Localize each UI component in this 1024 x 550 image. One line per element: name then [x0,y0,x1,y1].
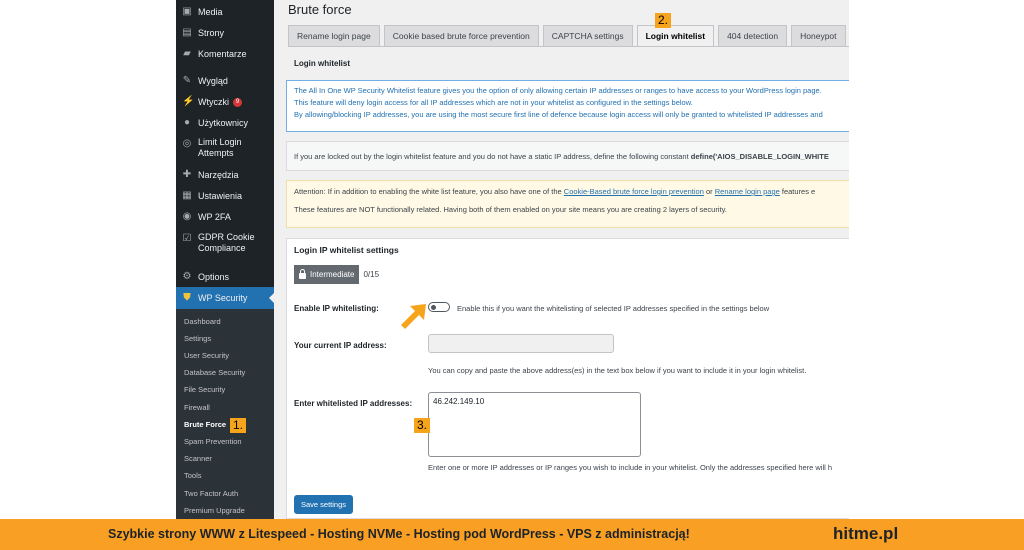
sidebar-item-wp-security[interactable]: ⛊ WP Security [176,287,274,309]
submenu-user-security[interactable]: User Security [184,351,229,361]
tools-icon: ✚ [182,169,192,180]
attention-suffix: features e [781,187,816,196]
plugins-update-badge: 9 [233,97,242,107]
gdpr-icon: ☑ [182,233,192,244]
sidebar-item-tools[interactable]: ✚ Narzędzia [176,165,274,185]
enable-whitelist-label: Enable IP whitelisting: [294,304,379,313]
promo-text: Szybkie strony WWW z Litespeed - Hosting… [108,527,690,541]
annotation-marker-3: 3. [414,418,431,433]
limit-login-icon: ◎ [182,138,192,149]
users-icon: ● [183,117,191,128]
sidebar-item-comments[interactable]: ▰ Komentarze [176,44,274,64]
main-content: Brute force Rename login page Cookie bas… [274,0,849,519]
wp-security-submenu: Dashboard Settings User Security Databas… [176,309,274,519]
level-count: 0/15 [363,269,380,279]
annotation-marker-2: 2. [655,13,672,28]
whitelist-help: Enter one or more IP addresses or IP ran… [428,463,833,472]
toggle-knob [431,304,436,310]
annotation-marker-1: 1. [230,418,247,433]
cookie-brute-force-link[interactable]: Cookie-Based brute force login preventio… [564,187,704,196]
sidebar-item-users[interactable]: ● Użytkownicy [176,113,274,133]
options-icon: ⚙ [182,271,192,282]
enable-whitelist-toggle[interactable] [428,302,450,312]
current-ip-help: You can copy and paste the above address… [428,366,807,375]
attention-line-2: These features are NOT functionally rela… [294,205,727,214]
submenu-tools[interactable]: Tools [184,471,202,481]
shield-icon: ⛊ [183,292,191,303]
tab-rename-login-page[interactable]: Rename login page [288,25,380,46]
sidebar-item-options[interactable]: ⚙ Options [176,267,274,287]
enable-whitelist-help: Enable this if you want the whitelisting… [457,304,770,313]
arrow-pointer-icon [401,304,426,329]
admin-sidebar: ▣ Media ▤ Strony ▰ Komentarze ✎ Wygląd ⚡ Wtyc… [176,0,274,519]
lock-icon [299,268,306,279]
level-badge: Intermediate [294,265,360,284]
tabs-divider [288,46,849,47]
sidebar-item-media[interactable]: ▣ Media [176,2,274,22]
attention-or: or [705,187,713,196]
whitelist-label: Enter whitelisted IP addresses: [294,399,413,408]
pages-icon: ▤ [182,27,192,38]
submenu-database-security[interactable]: Database Security [184,368,245,378]
sidebar-item-wp2fa[interactable]: ◉ WP 2FA [176,207,274,227]
appearance-icon: ✎ [182,75,192,86]
info-line: The All In One WP Security Whitelist fea… [294,86,822,95]
tab-captcha-settings[interactable]: CAPTCHA settings [542,25,633,46]
tab-honeypot[interactable]: Honeypot [791,25,846,46]
sidebar-item-limit-login[interactable]: ◎ Limit Login Attempts [176,137,274,163]
submenu-scanner[interactable]: Scanner [184,454,212,464]
submenu-file-security[interactable]: File Security [184,385,225,395]
tab-login-whitelist[interactable]: Login whitelist [636,25,715,47]
submenu-premium-upgrade[interactable]: Premium Upgrade [184,506,245,516]
promo-footer-bar: Szybkie strony WWW z Litespeed - Hosting… [0,519,1024,550]
plugins-icon: ⚡ [182,96,195,107]
level-label: Intermediate [310,269,355,279]
sidebar-item-plugins[interactable]: ⚡ Wtyczki 9 [176,92,274,112]
info-line: By allowing/blocking IP addresses, you a… [294,110,823,119]
section-title: Login whitelist [294,59,350,68]
media-icon: ▣ [182,6,192,17]
sidebar-item-pages[interactable]: ▤ Strony [176,23,274,43]
tab-cookie-brute-force[interactable]: Cookie based brute force prevention [383,25,539,46]
settings-title: Login IP whitelist settings [294,245,399,255]
submenu-two-factor-auth[interactable]: Two Factor Auth [184,489,238,499]
wp2fa-icon: ◉ [182,211,192,222]
lockout-notice: If you are locked out by the login white… [286,141,849,171]
whitelist-settings-panel: Login IP whitelist settings Intermediate… [286,238,849,519]
rename-login-page-link[interactable]: Rename login page [715,187,780,196]
attention-notice: Attention: If in addition to enabling th… [286,180,849,228]
current-ip-field[interactable] [428,334,614,353]
attention-line: Attention: If in addition to enabling th… [294,186,849,198]
info-notice: The All In One WP Security Whitelist fea… [286,80,849,132]
feature-level: Intermediate 0/15 [294,265,379,284]
lockout-constant: define('AIOS_DISABLE_LOGIN_WHITE [690,152,829,161]
info-line: This feature will deny login access for … [294,98,693,107]
comments-icon: ▰ [183,48,191,59]
submenu-firewall[interactable]: Firewall [184,403,210,413]
sidebar-item-appearance[interactable]: ✎ Wygląd [176,71,274,91]
brand-name: hitme.pl [833,524,899,543]
submenu-spam-prevention[interactable]: Spam Prevention [184,437,242,447]
current-ip-label: Your current IP address: [294,341,387,350]
page-title: Brute force [288,2,352,17]
settings-icon: ▦ [182,190,192,201]
lockout-text: If you are locked out by the login white… [294,152,689,161]
submenu-settings[interactable]: Settings [184,334,211,344]
sidebar-item-gdpr[interactable]: ☑ GDPR Cookie Compliance [176,232,274,258]
attention-prefix: Attention: If in addition to enabling th… [294,187,562,196]
save-settings-button[interactable]: Save settings [294,495,354,514]
submenu-brute-force[interactable]: Brute Force [184,420,226,430]
whitelist-textarea[interactable]: 46.242.149.10 [428,392,641,457]
submenu-dashboard[interactable]: Dashboard [184,317,221,327]
sidebar-item-settings[interactable]: ▦ Ustawienia [176,186,274,206]
tab-bar: Rename login page Cookie based brute for… [288,25,849,47]
browser-frame: ▣ Media ▤ Strony ▰ Komentarze ✎ Wygląd ⚡ Wtyc… [176,0,849,519]
tab-404-detection[interactable]: 404 detection [718,25,788,46]
